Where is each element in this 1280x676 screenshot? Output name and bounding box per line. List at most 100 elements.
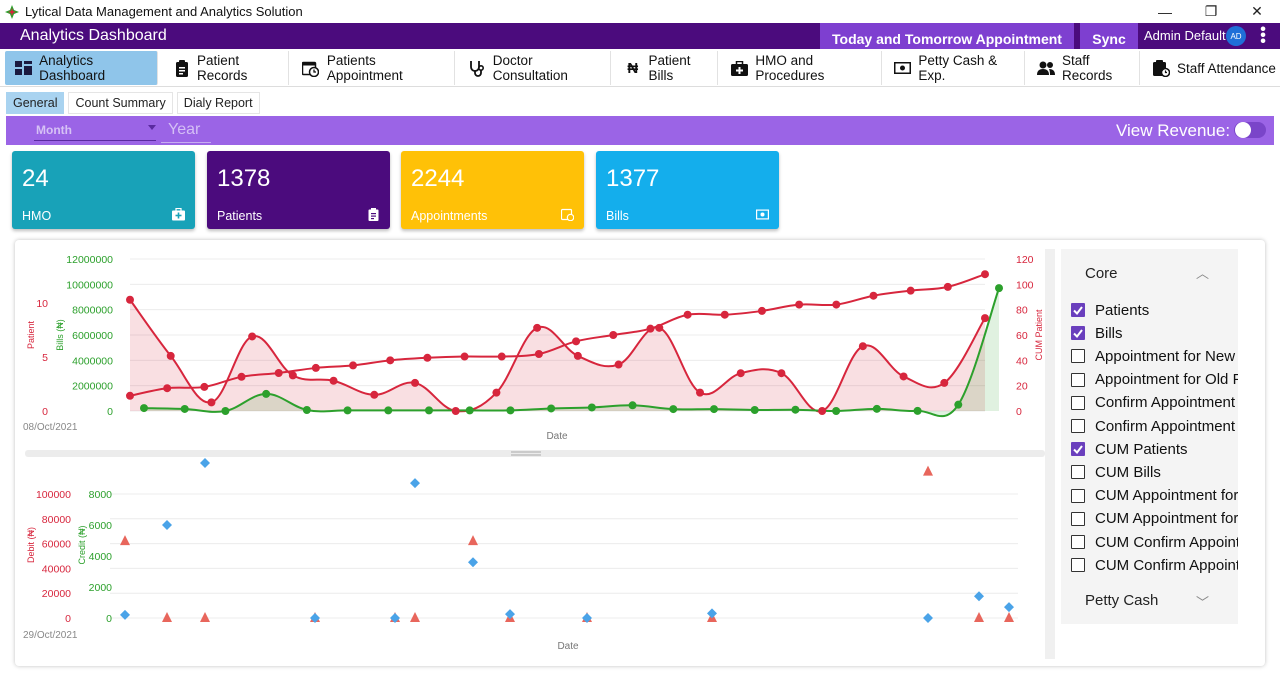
- tab-doctor-consultation[interactable]: Doctor Consultation: [458, 51, 611, 85]
- subtab-daily-report[interactable]: Dialy Report: [176, 92, 260, 114]
- cum-patients-point: [609, 331, 618, 339]
- bottom-chart-points: [120, 458, 1014, 623]
- legend-item[interactable]: Patients: [1071, 301, 1149, 319]
- legend-item-label: Confirm Appointment: [1095, 417, 1236, 435]
- appointments-card[interactable]: 2244 Appointments: [401, 151, 584, 229]
- clipboard-icon: [173, 59, 190, 77]
- credit-tick-label: 4000: [89, 551, 113, 563]
- today-tomorrow-appointment-button[interactable]: Today and Tomorrow Appointment: [820, 23, 1074, 49]
- debit-axis-label: Debit (₦): [26, 527, 36, 563]
- bills-point: [221, 407, 230, 415]
- credit-axis-label: Credit (₦): [77, 525, 87, 564]
- checkbox[interactable]: [1071, 372, 1085, 387]
- checkbox[interactable]: [1071, 488, 1085, 503]
- chevron-down-icon[interactable]: [148, 125, 156, 130]
- legend-item[interactable]: Appointment for Old P: [1071, 371, 1238, 389]
- cash-icon: [756, 209, 769, 220]
- petty-cash-section-title[interactable]: Petty Cash: [1085, 592, 1158, 609]
- naira-icon: ₦: [627, 59, 639, 77]
- tab-analytics-dashboard[interactable]: Analytics Dashboard: [5, 51, 158, 85]
- cum-patients-point: [237, 372, 246, 381]
- legend-item[interactable]: Appointment for New: [1071, 347, 1235, 365]
- legend-item[interactable]: CUM Bills: [1071, 463, 1161, 481]
- tab-petty-cash[interactable]: Petty Cash & Exp.: [884, 51, 1025, 85]
- bills-count: 1377: [606, 165, 660, 192]
- legend-item[interactable]: CUM Patients: [1071, 440, 1188, 458]
- tab-label: Patient Bills: [648, 53, 691, 83]
- tab-patients-appointment[interactable]: Patients Appointment: [292, 51, 455, 85]
- legend-item[interactable]: Bills: [1071, 324, 1123, 342]
- legend-item[interactable]: CUM Confirm Appoint: [1071, 556, 1238, 574]
- checkbox[interactable]: [1071, 511, 1085, 526]
- credit-tick-label: 6000: [89, 520, 113, 532]
- users-icon: [1037, 59, 1055, 77]
- restore-button[interactable]: ❐: [1188, 0, 1234, 23]
- checkbox[interactable]: [1071, 535, 1085, 549]
- checkbox[interactable]: [1071, 419, 1085, 433]
- legend-item[interactable]: CUM Confirm Appoint: [1071, 533, 1238, 551]
- year-underline: [161, 142, 211, 143]
- more-menu-icon[interactable]: • • •: [1258, 22, 1268, 50]
- view-revenue-toggle[interactable]: [1234, 122, 1266, 138]
- checkbox-checked[interactable]: [1071, 442, 1085, 457]
- sync-button[interactable]: Sync: [1080, 23, 1138, 49]
- core-section-title[interactable]: Core: [1085, 265, 1118, 282]
- patients-point: [818, 407, 827, 415]
- checkbox-checked[interactable]: [1071, 303, 1085, 317]
- tab-label: Petty Cash & Exp.: [918, 53, 998, 83]
- subtab-general[interactable]: General: [6, 92, 65, 114]
- bills-tick-label: 4000000: [72, 355, 113, 367]
- tab-label: Analytics Dashboard: [39, 53, 106, 83]
- subtab-count-summary[interactable]: Count Summary: [68, 92, 173, 114]
- legend-scrollbar[interactable]: [1045, 249, 1055, 659]
- tab-patient-records[interactable]: Patient Records: [163, 51, 289, 85]
- year-input[interactable]: Year: [168, 121, 200, 139]
- tab-staff-attendance[interactable]: Staff Attendance: [1142, 51, 1278, 85]
- checkbox[interactable]: [1071, 395, 1085, 410]
- minimize-button[interactable]: —: [1142, 0, 1188, 23]
- checkbox[interactable]: [1071, 558, 1085, 573]
- debit-point: [1004, 612, 1014, 622]
- tab-staff-records[interactable]: Staff Records: [1027, 51, 1140, 85]
- cum-axis-label: CUM Patient: [1034, 309, 1044, 361]
- patients-card[interactable]: 1378 Patients: [207, 151, 390, 229]
- bills-point: [628, 401, 637, 410]
- appointments-count: 2244: [411, 165, 465, 192]
- appointments-label: Appointments: [411, 209, 488, 223]
- close-button[interactable]: ✕: [1234, 0, 1280, 23]
- chevron-up-icon[interactable]: ︿: [1196, 263, 1209, 282]
- dashboard-icon: [15, 59, 33, 77]
- app-logo-icon: [5, 4, 19, 19]
- legend-item[interactable]: CUM Appointment for: [1071, 510, 1238, 528]
- tab-label: Staff Attendance: [1177, 60, 1276, 76]
- patient-axis-label: Patient: [26, 320, 36, 349]
- checkbox[interactable]: [1071, 349, 1085, 364]
- bills-point: [506, 406, 515, 415]
- tab-label: Staff Records: [1062, 53, 1113, 83]
- checkbox-checked[interactable]: [1071, 326, 1085, 341]
- user-name[interactable]: Admin Default: [1144, 28, 1226, 43]
- cum-patients-point: [423, 353, 432, 362]
- checkbox[interactable]: [1071, 465, 1085, 480]
- bills-label: Bills: [606, 209, 629, 223]
- cum-patients-point: [981, 270, 989, 279]
- cum-tick-label: 100: [1016, 279, 1034, 291]
- month-select[interactable]: Month: [36, 123, 72, 137]
- legend-item[interactable]: Confirm Appointment: [1071, 394, 1235, 412]
- hmo-label: HMO: [22, 209, 52, 223]
- legend-item[interactable]: Confirm Appointment: [1071, 417, 1235, 435]
- avatar[interactable]: AD: [1226, 26, 1246, 46]
- bills-point: [954, 400, 963, 409]
- legend-item[interactable]: CUM Appointment for: [1071, 487, 1238, 505]
- bills-card[interactable]: 1377 Bills: [596, 151, 779, 229]
- main-nav: Analytics Dashboard Patient Records Pati…: [0, 49, 1280, 87]
- cum-patients-point: [572, 337, 581, 346]
- legend-item-label: CUM Confirm Appoint: [1095, 533, 1238, 551]
- tab-patient-bills[interactable]: ₦ Patient Bills: [614, 51, 718, 85]
- bills-point: [872, 404, 881, 413]
- cum-patients-point: [497, 352, 506, 361]
- chevron-down-icon[interactable]: ﹀: [1196, 592, 1209, 611]
- hmo-card[interactable]: 24 HMO: [12, 151, 195, 229]
- bills-point: [832, 407, 841, 415]
- tab-hmo-procedures[interactable]: HMO and Procedures: [721, 51, 882, 85]
